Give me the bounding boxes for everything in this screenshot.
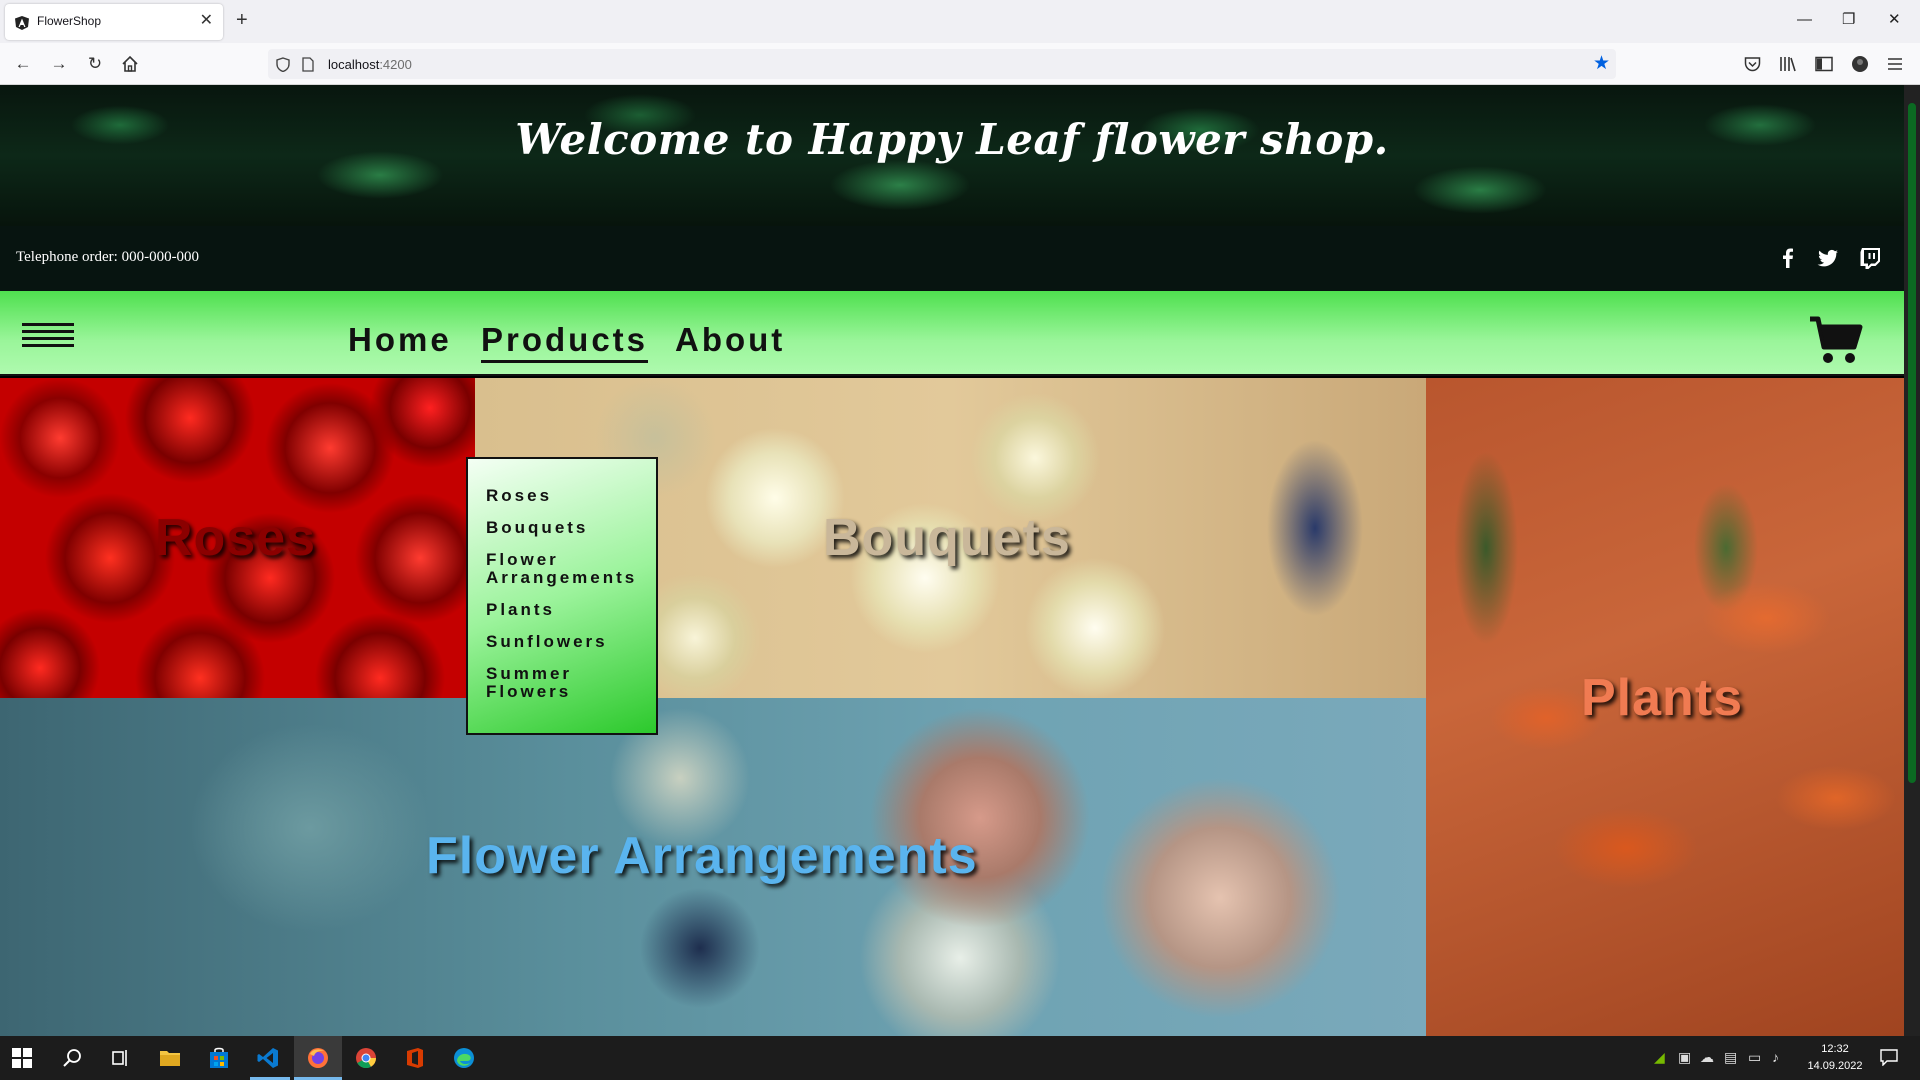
tile-plants[interactable]: Plants (1426, 378, 1904, 1036)
home-icon[interactable] (121, 55, 139, 73)
security-tray-icon[interactable]: ▣ (1678, 1049, 1691, 1066)
store-icon[interactable] (207, 1046, 231, 1070)
dropdown-item-plants[interactable]: Plants (486, 601, 646, 619)
dropdown-item-summer-flowers[interactable]: Summer Flowers (486, 665, 646, 701)
shield-icon[interactable] (276, 57, 290, 72)
windows-start-icon[interactable] (12, 1048, 32, 1068)
tab-title: FlowerShop (37, 14, 102, 28)
nav-about[interactable]: About (675, 321, 785, 359)
new-tab-button[interactable]: + (236, 10, 248, 30)
firefox-icon[interactable] (306, 1046, 330, 1070)
volume-tray-icon[interactable]: ♪ (1772, 1049, 1779, 1065)
tile-flower-arrangements[interactable]: Flower Arrangements (0, 698, 1426, 1036)
minimize-button[interactable]: — (1797, 10, 1812, 30)
display-tray-icon[interactable]: ▭ (1748, 1049, 1761, 1066)
hero-banner: Welcome to Happy Leaf flower shop. (0, 85, 1904, 226)
file-explorer-icon[interactable] (158, 1046, 182, 1070)
account-avatar-icon[interactable] (1851, 55, 1869, 73)
pocket-icon[interactable] (1744, 56, 1761, 72)
office-icon[interactable] (403, 1046, 427, 1070)
bookmark-star-icon[interactable]: ★ (1593, 53, 1610, 75)
library-icon[interactable] (1779, 56, 1797, 72)
main-menu-bar: Home Products About (0, 291, 1904, 376)
twitch-icon[interactable] (1858, 246, 1882, 270)
angular-favicon-icon (15, 16, 29, 30)
taskbar-clock[interactable]: 12:32 14.09.2022 (1800, 1041, 1870, 1075)
flowershop-page: Welcome to Happy Leaf flower shop. Telep… (0, 85, 1904, 1036)
close-window-button[interactable]: ✕ (1888, 10, 1901, 30)
windows-taskbar: ◢ ▣ ☁ ▤ ▭ ♪ 12:32 14.09.2022 (0, 1036, 1920, 1080)
products-dropdown: Roses Bouquets Flower Arrangements Plant… (466, 457, 658, 735)
address-bar[interactable]: localhost:4200 ★ (268, 49, 1616, 79)
tile-plants-label: Plants (1581, 669, 1744, 727)
task-view-icon[interactable] (110, 1048, 130, 1068)
forward-icon[interactable]: → (48, 53, 70, 75)
telephone-order: Telephone order: 000-000-000 (16, 249, 200, 265)
tile-bouquets-label: Bouquets (823, 509, 1071, 567)
tile-arrangements-label: Flower Arrangements (426, 827, 978, 885)
sidebar-icon[interactable] (1815, 56, 1833, 72)
hero-title: Welcome to Happy Leaf flower shop. (515, 115, 1389, 164)
clock-time: 12:32 (1821, 1043, 1849, 1055)
edge-icon[interactable] (452, 1046, 476, 1070)
chrome-icon[interactable] (354, 1046, 378, 1070)
dropdown-item-flower-arrangements[interactable]: Flower Arrangements (486, 551, 646, 587)
restore-button[interactable]: ❐ (1842, 10, 1855, 30)
nav-home[interactable]: Home (348, 321, 452, 359)
dropdown-item-sunflowers[interactable]: Sunflowers (486, 633, 646, 651)
reload-icon[interactable]: ↻ (84, 53, 106, 75)
tile-roses[interactable]: Roses (0, 378, 475, 698)
vscode-icon[interactable] (256, 1046, 280, 1070)
onedrive-tray-icon[interactable]: ☁ (1700, 1049, 1714, 1066)
dropdown-item-roses[interactable]: Roses (486, 487, 646, 505)
browser-nav-bar: ← → ↻ localhost:4200 ★ (0, 43, 1920, 85)
notifications-icon[interactable] (1880, 1049, 1898, 1066)
tile-roses-label: Roses (155, 509, 317, 567)
menu-toggle-icon[interactable] (22, 323, 74, 349)
back-icon[interactable]: ← (12, 53, 34, 75)
contact-bar: Telephone order: 000-000-000 (0, 226, 1904, 291)
nvidia-tray-icon[interactable]: ◢ (1654, 1049, 1665, 1066)
tab-close-icon[interactable]: ✕ (200, 12, 213, 30)
dropdown-item-bouquets[interactable]: Bouquets (486, 519, 646, 537)
page-scrollbar[interactable] (1904, 85, 1920, 1036)
nav-products[interactable]: Products (481, 321, 649, 363)
browser-tab[interactable]: FlowerShop ✕ (5, 4, 223, 40)
shopping-cart-icon[interactable] (1808, 315, 1864, 365)
hamburger-menu-icon[interactable] (1887, 57, 1903, 71)
url-text: localhost:4200 (328, 57, 412, 72)
network-tray-icon[interactable]: ▤ (1724, 1049, 1737, 1066)
page-icon (302, 57, 314, 72)
browser-tab-bar: FlowerShop ✕ + — ❐ ✕ (0, 0, 1920, 43)
clock-date: 14.09.2022 (1807, 1060, 1863, 1072)
scrollbar-thumb[interactable] (1908, 103, 1916, 783)
search-icon[interactable] (62, 1048, 82, 1068)
twitter-icon[interactable] (1816, 246, 1840, 270)
facebook-icon[interactable] (1776, 246, 1800, 270)
